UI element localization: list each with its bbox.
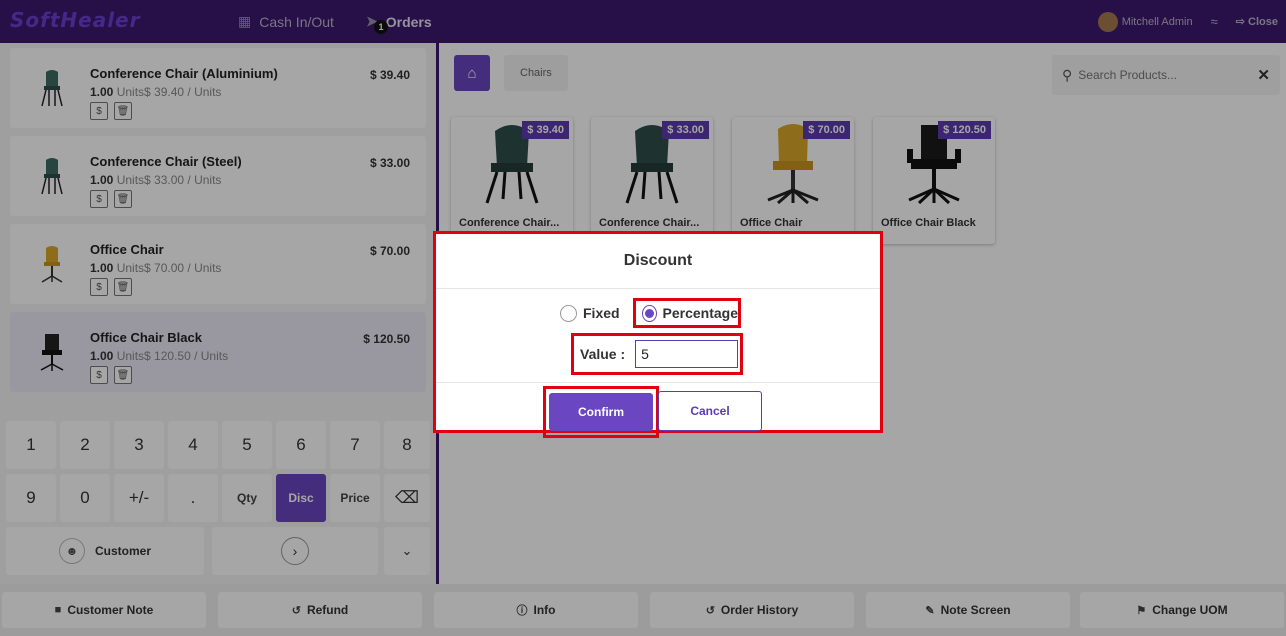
cancel-button[interactable]: Cancel — [658, 391, 762, 431]
confirm-button[interactable]: Confirm — [549, 393, 653, 431]
percentage-label: Percentage — [662, 305, 738, 321]
dialog-footer-divider — [436, 382, 880, 383]
value-label: Value : — [580, 346, 626, 362]
fixed-option[interactable]: Fixed — [560, 298, 620, 328]
fixed-radio[interactable] — [560, 304, 577, 322]
discount-value-input[interactable] — [635, 340, 739, 368]
confirm-highlight: Confirm — [543, 386, 659, 438]
percentage-radio[interactable] — [642, 304, 657, 322]
percentage-option[interactable]: Percentage — [633, 298, 741, 328]
dialog-title: Discount — [436, 234, 880, 289]
value-row: Value : — [571, 333, 743, 375]
fixed-label: Fixed — [583, 305, 620, 321]
discount-dialog: Discount Fixed Percentage Value : Confir… — [433, 231, 883, 438]
